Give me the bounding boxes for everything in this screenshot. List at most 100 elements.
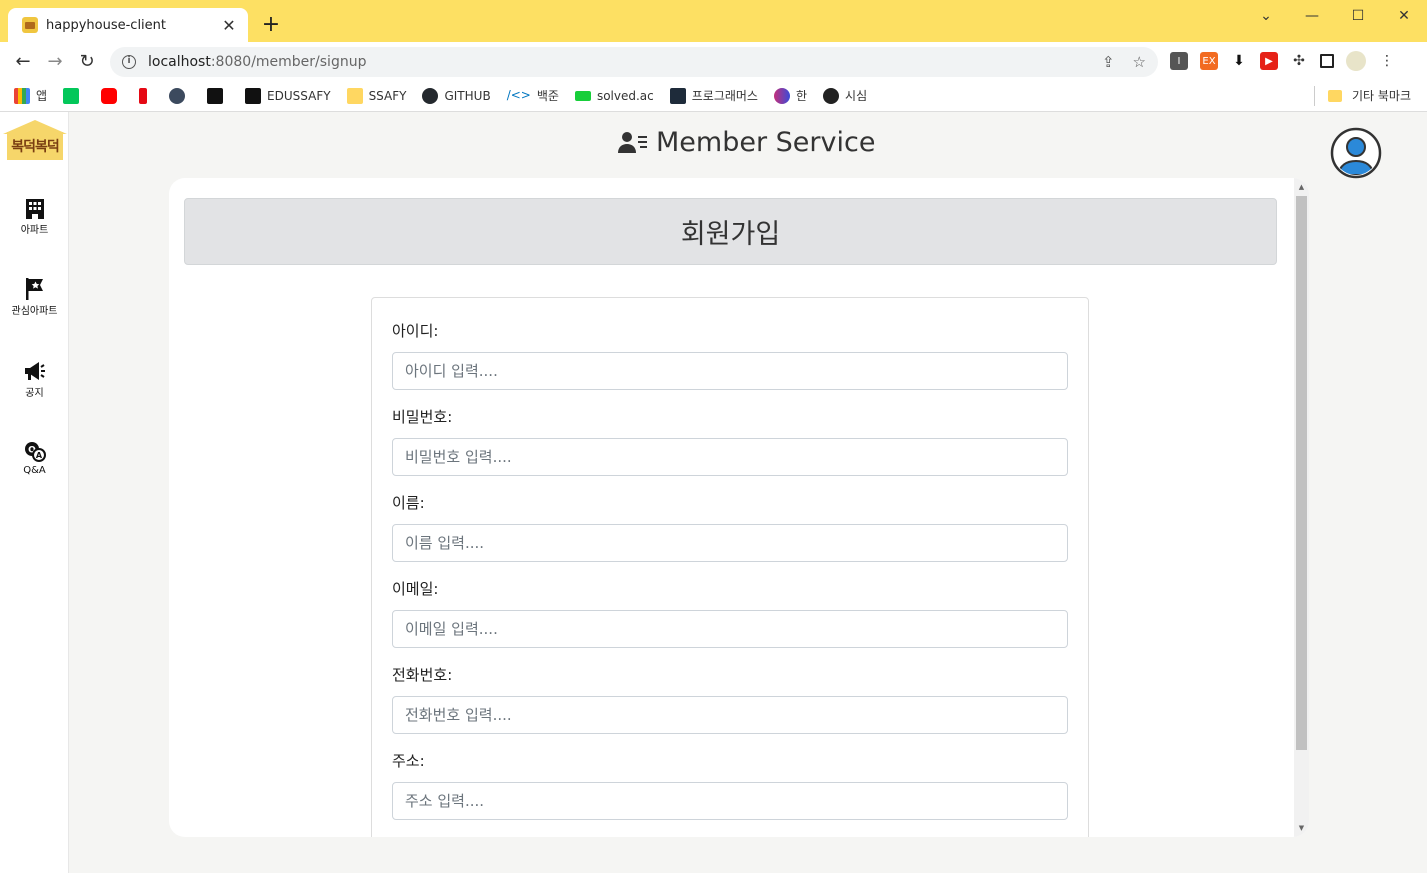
share-icon[interactable]: ⇪: [1102, 53, 1115, 71]
bookmark-han[interactable]: 한: [773, 87, 808, 104]
han-icon: [773, 87, 790, 104]
sidebar: 복덕복덕 아파트 관심아파트 공지 QA Q&A: [0, 112, 69, 873]
page-title: Member Service: [618, 127, 875, 158]
close-tab-icon[interactable]: ✕: [220, 16, 238, 35]
card-scrollbar[interactable]: ▲ ▼: [1294, 178, 1309, 837]
bookmark-label: EDUSSAFY: [267, 88, 331, 103]
bookmark-label: SSAFY: [368, 88, 407, 103]
browser-toolbar: ← → ↻ i localhost:8080/member/signup ⇪ ☆…: [0, 42, 1427, 80]
other-bookmarks[interactable]: 기타 북마크: [1327, 87, 1411, 104]
bookmark-programmers[interactable]: 프로그래머스: [669, 87, 758, 104]
maximize-button[interactable]: ☐: [1335, 0, 1381, 32]
github-icon: [422, 87, 439, 104]
bookmark-label: 한: [795, 89, 808, 103]
bookmark-naver[interactable]: [63, 87, 85, 104]
sidebar-item-qa[interactable]: QA Q&A: [0, 440, 69, 476]
logo-text: 복덕복덕: [7, 132, 63, 160]
user-list-icon: [618, 131, 647, 153]
address-input[interactable]: [392, 782, 1068, 820]
apps-grid-icon: [14, 87, 30, 104]
url-host: localhost: [148, 54, 211, 70]
phone-input[interactable]: [392, 696, 1068, 734]
youtube-extension-icon[interactable]: ▶: [1260, 52, 1278, 70]
edussafy-icon: [245, 87, 262, 104]
forward-button[interactable]: →: [42, 49, 68, 75]
medium-icon: [207, 87, 224, 104]
scroll-thumb[interactable]: [1296, 196, 1307, 750]
browser-tab[interactable]: happyhouse-client ✕: [8, 8, 248, 42]
field-password: 비밀번호:: [392, 406, 1068, 476]
new-tab-button[interactable]: +: [258, 12, 284, 38]
bookmark-edussafy[interactable]: EDUSSAFY: [245, 87, 331, 104]
name-label: 이름:: [392, 494, 425, 512]
sidebar-item-label: Q&A: [23, 465, 46, 476]
user-id-input[interactable]: [392, 352, 1068, 390]
folder-icon: [1327, 89, 1342, 102]
qa-comments-icon: QA: [23, 440, 47, 464]
sidebar-item-notice[interactable]: 공지: [0, 359, 69, 399]
sidebar-item-favorite-apartment[interactable]: 관심아파트: [0, 277, 69, 317]
password-input[interactable]: [392, 438, 1068, 476]
address-bar[interactable]: i localhost:8080/member/signup ⇪ ☆: [110, 47, 1158, 77]
profile-icon[interactable]: [1346, 51, 1366, 71]
scroll-down-arrow-icon[interactable]: ▼: [1294, 821, 1309, 835]
name-input[interactable]: [392, 524, 1068, 562]
bookmark-label: 앱: [36, 89, 48, 103]
reload-button[interactable]: ↻: [74, 49, 100, 75]
signup-banner: 회원가입: [184, 198, 1277, 265]
minimize-button[interactable]: —: [1289, 0, 1335, 32]
site-info-icon[interactable]: i: [122, 55, 136, 69]
bookmark-label: 백준: [536, 89, 559, 103]
address-label: 주소:: [392, 752, 425, 770]
bookmark-medium[interactable]: [207, 87, 229, 104]
field-phone: 전화번호:: [392, 664, 1068, 734]
bookmark-label: 시심: [845, 89, 868, 103]
field-address: 주소:: [392, 750, 1068, 820]
browser-titlebar: happyhouse-client ✕ + ⌄ — ☐ ✕: [0, 0, 1427, 42]
extensions-puzzle-icon[interactable]: ✣: [1290, 52, 1308, 70]
side-panel-icon[interactable]: [1320, 54, 1334, 68]
bookmarks-separator: [1314, 86, 1315, 106]
menu-kebab-icon[interactable]: ⋮: [1378, 52, 1396, 70]
bookmark-youtube[interactable]: [101, 87, 123, 104]
back-button[interactable]: ←: [10, 49, 36, 75]
bookmark-apps[interactable]: 앱: [14, 87, 47, 104]
youtube-icon: [101, 87, 118, 104]
bookmark-star-icon[interactable]: ☆: [1133, 53, 1146, 71]
house-favicon-icon: [22, 17, 38, 33]
scroll-up-arrow-icon[interactable]: ▲: [1294, 180, 1309, 194]
circle-logo-icon: [169, 87, 186, 104]
sidebar-item-label: 아파트: [20, 225, 49, 236]
page: 복덕복덕 아파트 관심아파트 공지 QA Q&A Member Service …: [0, 112, 1427, 873]
field-email: 이메일:: [392, 578, 1068, 648]
phone-label: 전화번호:: [392, 666, 453, 684]
close-window-button[interactable]: ✕: [1381, 0, 1427, 32]
bookmark-solvedac[interactable]: solved.ac: [574, 89, 654, 103]
netflix-icon: [139, 87, 148, 104]
user-avatar-icon[interactable]: [1330, 127, 1382, 179]
bookmark-baekjoon[interactable]: /<> 백준: [507, 87, 559, 104]
naver-icon: [63, 87, 80, 104]
bookmark-sisim[interactable]: 시심: [823, 87, 867, 104]
bookmark-site[interactable]: [169, 87, 191, 104]
site-logo[interactable]: 복덕복덕: [3, 120, 67, 162]
sidebar-item-apartment[interactable]: 아파트: [0, 196, 69, 236]
email-input[interactable]: [392, 610, 1068, 648]
tab-title: happyhouse-client: [46, 17, 167, 33]
url-path: :8080/member/signup: [210, 54, 367, 70]
extension-i-icon[interactable]: I: [1170, 52, 1188, 70]
building-icon: [23, 196, 47, 220]
bookmark-netflix[interactable]: [139, 87, 153, 104]
email-label: 이메일:: [392, 580, 439, 598]
other-bookmarks-label: 기타 북마크: [1351, 89, 1411, 103]
bookmark-ssafy[interactable]: SSAFY: [346, 87, 407, 104]
bookmark-label: 프로그래머스: [691, 89, 758, 103]
bookmark-github[interactable]: GITHUB: [422, 87, 491, 104]
megaphone-icon: [23, 359, 47, 383]
extension-ex-icon[interactable]: EX: [1200, 52, 1218, 70]
window-controls: ⌄ — ☐ ✕: [1243, 0, 1427, 32]
tab-search-chevron-icon[interactable]: ⌄: [1243, 0, 1289, 32]
sidebar-item-label: 공지: [25, 388, 44, 399]
download-extension-icon[interactable]: ⬇: [1230, 52, 1248, 70]
sidebar-item-label: 관심아파트: [11, 306, 58, 317]
